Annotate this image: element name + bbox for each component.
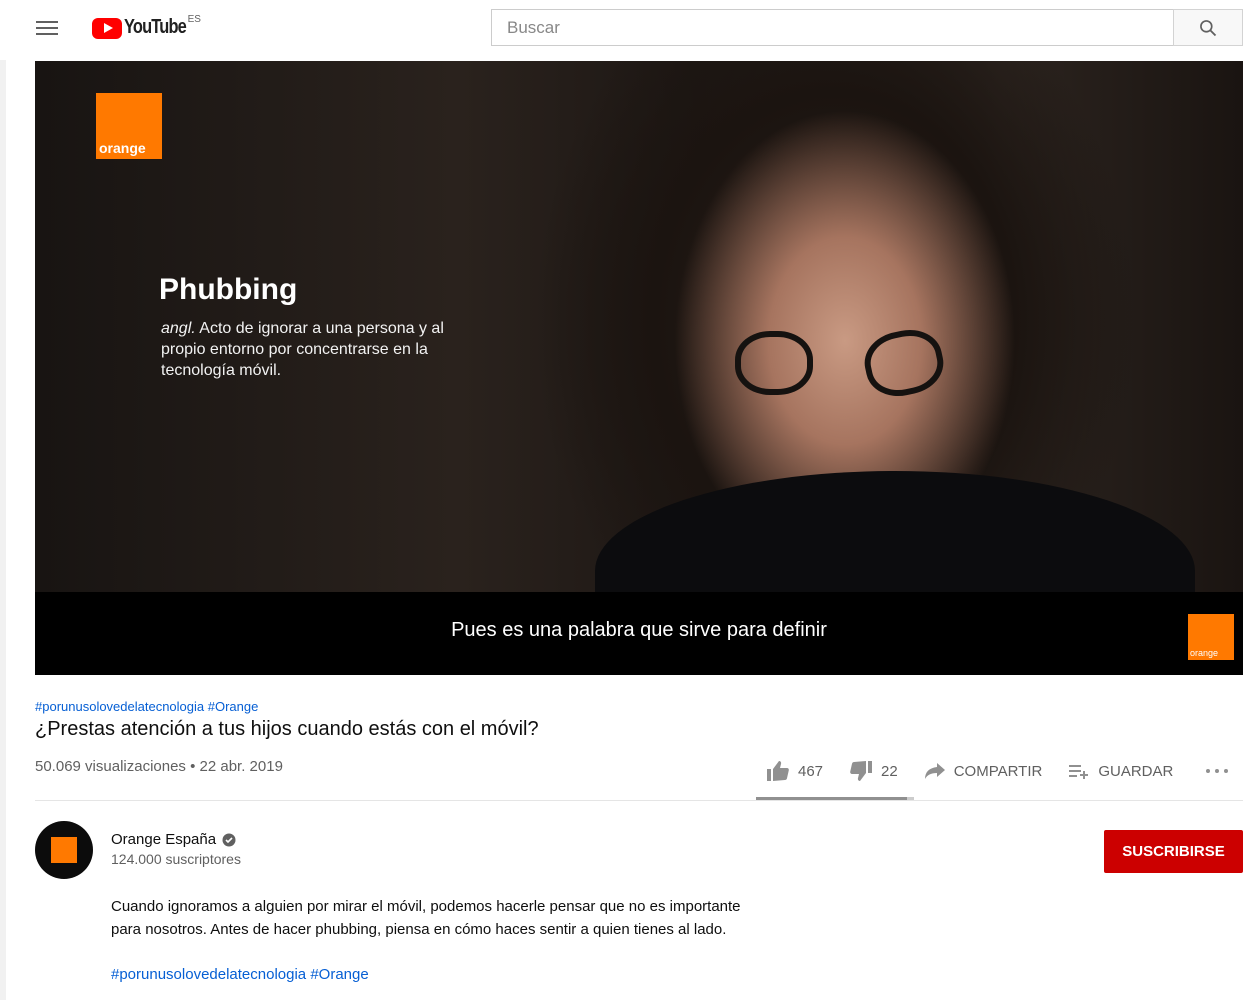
avatar-orange-logo	[51, 837, 77, 863]
share-icon	[924, 763, 945, 779]
subscribe-button[interactable]: SUSCRIBIRSE	[1104, 830, 1243, 873]
video-player[interactable]: orange Phubbing angl. Acto de ignorar a …	[35, 61, 1243, 675]
channel-name-row[interactable]: Orange España	[111, 831, 236, 848]
subscriber-count: 124.000 suscriptores	[111, 851, 241, 867]
share-button[interactable]: COMPARTIR	[924, 762, 1043, 780]
top-bar: YouTube ES Buscar	[0, 0, 1243, 58]
logo-wordmark: YouTube	[124, 16, 187, 38]
search-placeholder: Buscar	[507, 18, 560, 37]
glasses-lens-left	[735, 331, 813, 395]
video-meta: 50.069 visualizaciones • 22 abr. 2019	[35, 758, 283, 775]
orange-logo: orange	[96, 93, 162, 159]
verified-icon	[222, 833, 236, 846]
search-button[interactable]	[1173, 9, 1243, 46]
playlist-add-icon	[1069, 765, 1089, 779]
definition-text: Acto de ignorar a una persona y al propi…	[161, 320, 444, 379]
more-horizontal-icon	[1206, 769, 1229, 773]
share-label: COMPARTIR	[953, 762, 1043, 780]
search-icon	[1200, 19, 1217, 36]
left-gutter	[0, 60, 6, 1000]
description-line-1: Cuando ignoramos a alguien por mirar el …	[111, 898, 741, 915]
save-label: GUARDAR	[1098, 762, 1174, 780]
search-input[interactable]: Buscar	[491, 9, 1174, 46]
overlay-definition: angl. Acto de ignorar a una persona y al…	[161, 318, 491, 381]
video-actions: 467 22 COMPARTIR GUARDAR	[766, 760, 1237, 782]
orange-watermark: orange	[1188, 614, 1234, 660]
divider	[35, 800, 1243, 801]
dislike-count: 22	[881, 762, 898, 780]
video-hashtags[interactable]: #porunusolovedelatecnologia #Orange	[35, 699, 258, 714]
menu-icon[interactable]	[36, 18, 60, 38]
glasses-lens-right	[859, 323, 949, 403]
youtube-logo[interactable]: YouTube ES	[92, 14, 201, 42]
definition-prefix: angl.	[161, 320, 196, 337]
like-count: 467	[798, 762, 824, 780]
country-code: ES	[187, 14, 201, 25]
thumbs-up-icon	[767, 761, 789, 781]
save-button[interactable]: GUARDAR	[1068, 762, 1173, 780]
video-caption: Pues es una palabra que sirve para defin…	[451, 619, 827, 641]
orange-logo-text: orange	[99, 140, 146, 156]
thumbs-down-icon	[850, 761, 873, 781]
youtube-play-icon	[92, 18, 122, 39]
like-button[interactable]: 467	[766, 760, 823, 782]
more-actions-button[interactable]	[1205, 767, 1237, 775]
description-hashtags[interactable]: #porunusolovedelatecnologia #Orange	[111, 966, 369, 983]
video-description: Cuando ignoramos a alguien por mirar el …	[111, 895, 831, 941]
channel-avatar[interactable]	[35, 821, 93, 879]
dislike-button[interactable]: 22	[849, 760, 898, 782]
video-title: ¿Prestas atención a tus hijos cuando est…	[35, 718, 539, 740]
channel-name: Orange España	[111, 831, 217, 848]
description-line-2: para nosotros. Antes de hacer phubbing, …	[111, 921, 727, 938]
watermark-text: orange	[1190, 648, 1219, 658]
overlay-title: Phubbing	[159, 273, 298, 306]
